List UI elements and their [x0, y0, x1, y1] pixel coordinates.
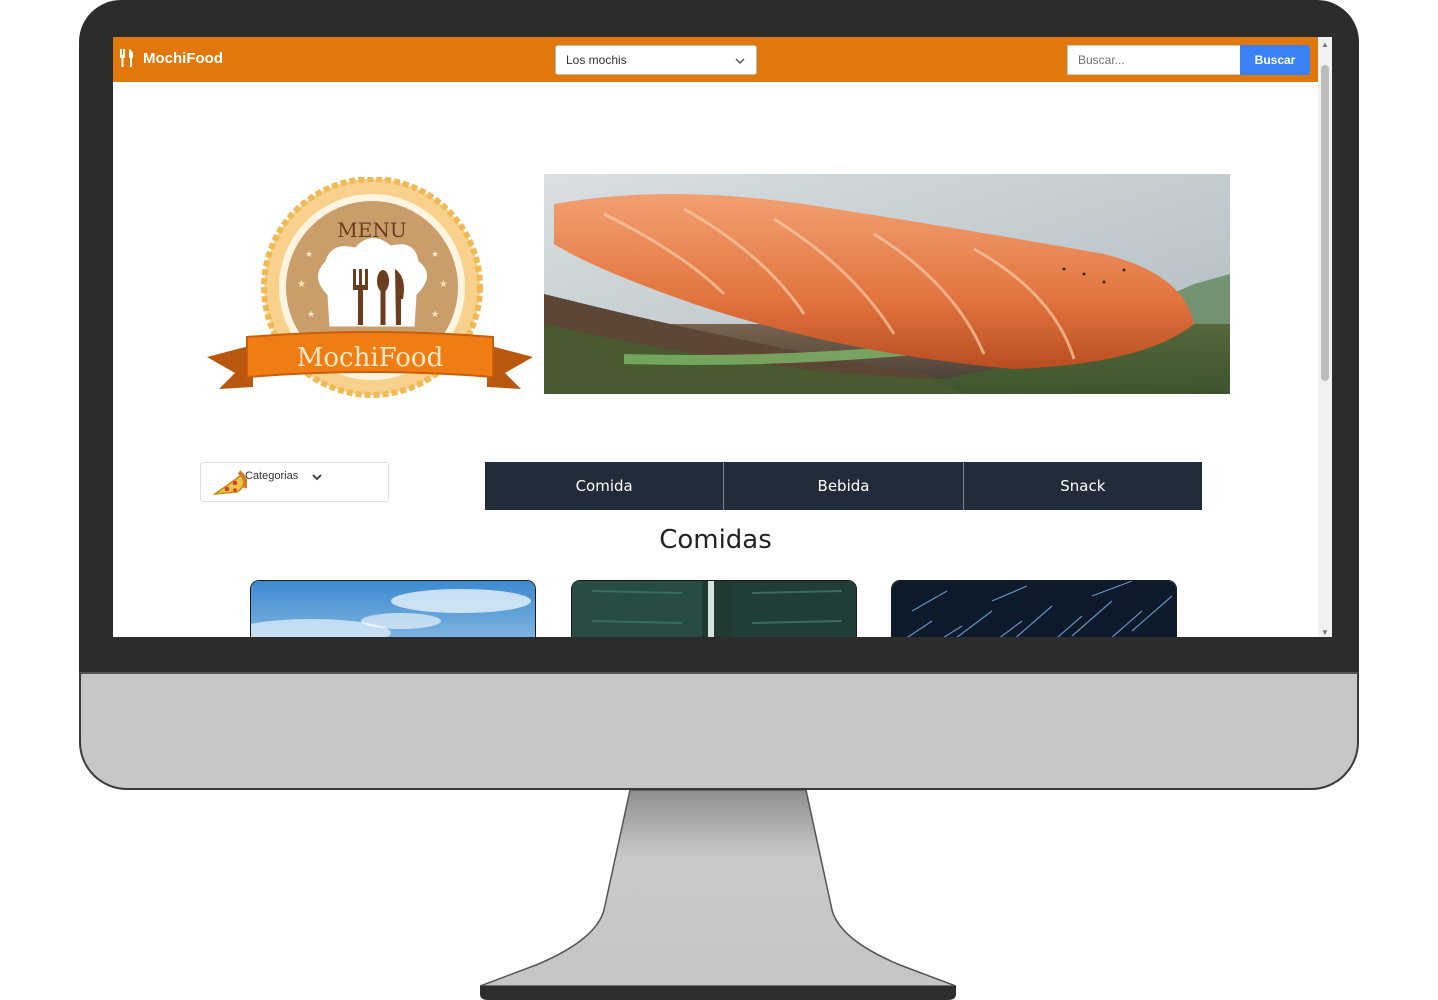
card-image-sky: [251, 581, 535, 637]
search-button[interactable]: Buscar: [1240, 45, 1310, 75]
scrollbar[interactable]: ▲ ▼: [1318, 37, 1332, 637]
browser-viewport: MochiFood Los mochis Buscar ▲ ▼ MENU ★★ …: [113, 37, 1332, 637]
pizza-icon: [213, 470, 247, 495]
svg-text:★: ★: [431, 309, 439, 319]
card-image-forest: [572, 581, 856, 637]
tab-comida[interactable]: Comida: [485, 462, 725, 510]
monitor-chin: [79, 672, 1359, 790]
card-image-stars: [892, 581, 1176, 637]
chevron-down-icon: [312, 474, 322, 481]
tab-bebida[interactable]: Bebida: [724, 462, 964, 510]
hero-food-image: [544, 174, 1230, 394]
categories-label: Categorias: [245, 470, 299, 482]
svg-text:★: ★: [431, 249, 439, 259]
scroll-thumb[interactable]: [1321, 65, 1329, 381]
svg-text:★: ★: [439, 279, 448, 290]
search-input[interactable]: [1067, 45, 1241, 75]
section-title: Comidas: [659, 525, 772, 555]
scroll-down-icon[interactable]: ▼: [1321, 628, 1329, 637]
svg-text:★: ★: [307, 309, 315, 319]
food-card[interactable]: [891, 580, 1177, 637]
location-value: Los mochis: [566, 53, 627, 67]
brand[interactable]: MochiFood: [119, 49, 223, 67]
food-card[interactable]: [250, 580, 536, 637]
brand-name: MochiFood: [143, 49, 223, 67]
category-tabs: Comida Bebida Snack: [485, 462, 1202, 510]
tab-snack[interactable]: Snack: [963, 462, 1202, 510]
svg-text:★: ★: [305, 249, 313, 259]
location-select[interactable]: Los mochis: [555, 45, 757, 75]
utensils-icon: [120, 49, 134, 67]
svg-text:★: ★: [297, 279, 306, 290]
logo-ribbon-text: MochiFood: [297, 343, 443, 373]
categories-dropdown[interactable]: Categorias: [200, 462, 389, 502]
scroll-up-icon[interactable]: ▲: [1321, 40, 1329, 49]
navbar: MochiFood Los mochis Buscar: [113, 37, 1318, 82]
menu-logo: MENU ★ ★ ★ ★ ★ ★ MochiFood: [207, 177, 533, 398]
monitor-stand: [480, 790, 956, 1000]
food-card[interactable]: [571, 580, 857, 637]
chevron-down-icon: [735, 58, 745, 65]
